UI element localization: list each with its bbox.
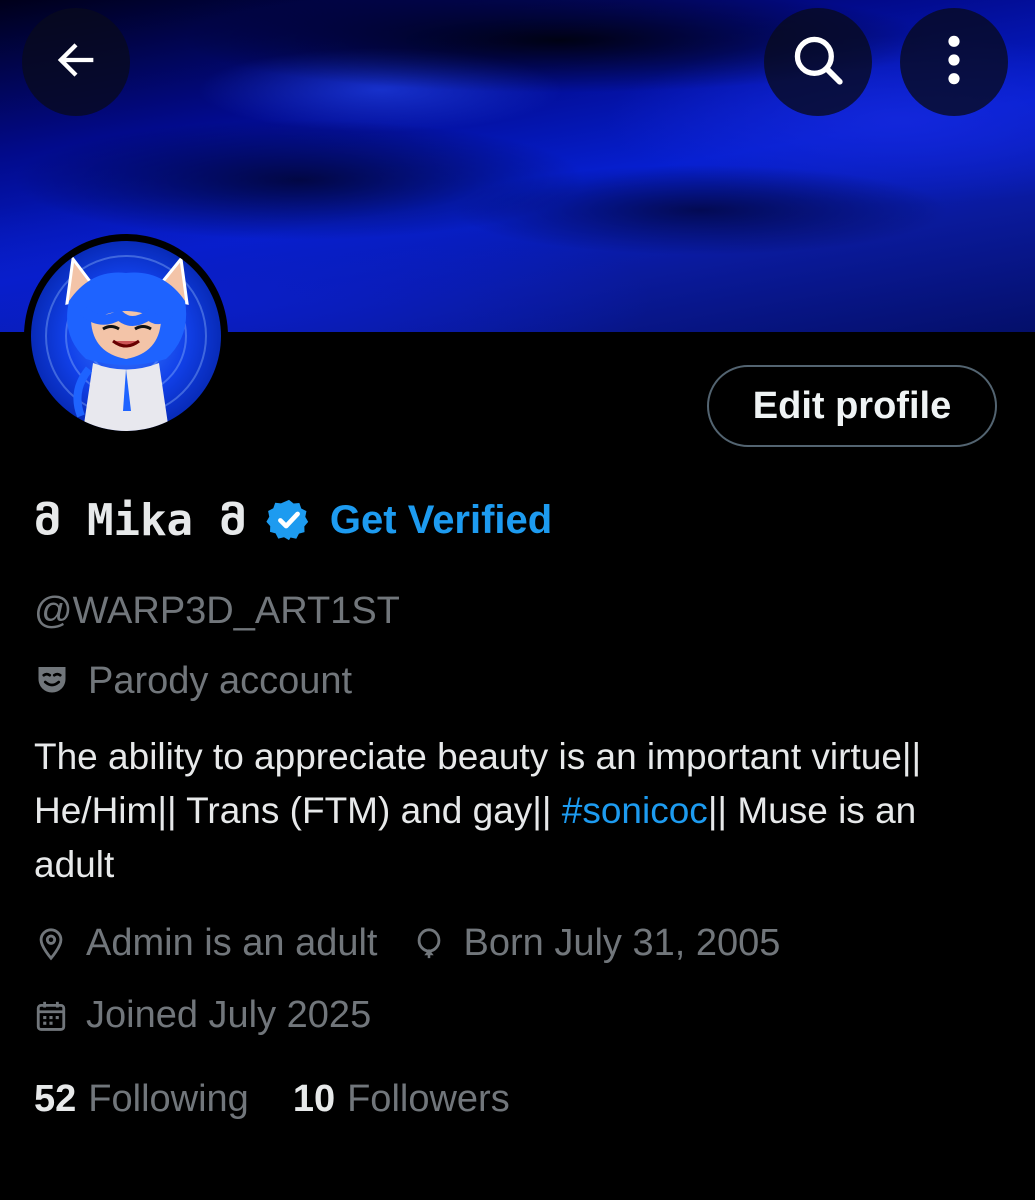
search-icon [789, 31, 847, 94]
location-pin-icon [34, 925, 68, 963]
edit-profile-button[interactable]: Edit profile [707, 365, 997, 447]
followers-link[interactable]: 10 Followers [293, 1078, 510, 1121]
get-verified-link[interactable]: Get Verified [330, 498, 552, 543]
avatar-character-illustration [45, 255, 207, 431]
more-vertical-icon [934, 32, 974, 93]
followers-label: Followers [347, 1078, 510, 1120]
balloon-icon [412, 925, 446, 963]
following-label: Following [88, 1078, 249, 1120]
profile-bio: The ability to appreciate beauty is an i… [34, 730, 994, 892]
display-name-row: მ Mika მ Get Verified [34, 490, 552, 550]
more-options-button[interactable] [900, 8, 1008, 116]
profile-joined-row: Joined July 2025 [34, 994, 371, 1037]
follow-stats: 52 Following 10 Followers [34, 1078, 510, 1121]
verified-badge-icon[interactable] [266, 497, 312, 543]
followers-count: 10 [292, 1078, 336, 1120]
avatar-image [31, 241, 221, 431]
bio-hashtag-link[interactable]: #sonicoc [562, 790, 708, 831]
following-link[interactable]: 52 Following [34, 1078, 249, 1121]
theater-mask-icon [34, 661, 70, 702]
calendar-icon [34, 998, 68, 1034]
parody-account-label: Parody account [34, 660, 352, 703]
birthday-text: Born July 31, 2005 [463, 922, 781, 964]
avatar[interactable] [24, 234, 228, 438]
arrow-left-icon [50, 34, 102, 91]
joined-text: Joined July 2025 [86, 994, 372, 1036]
display-name: მ Mika მ [34, 494, 246, 546]
parody-account-text: Parody account [88, 660, 353, 702]
location-text: Admin is an adult [86, 922, 378, 964]
back-button[interactable] [22, 8, 130, 116]
following-count: 52 [34, 1078, 77, 1120]
profile-meta-row: Admin is an adult Born July 31, 2005 [34, 922, 780, 965]
search-button[interactable] [764, 8, 872, 116]
profile-handle: @WARP3D_ART1ST [34, 590, 400, 632]
